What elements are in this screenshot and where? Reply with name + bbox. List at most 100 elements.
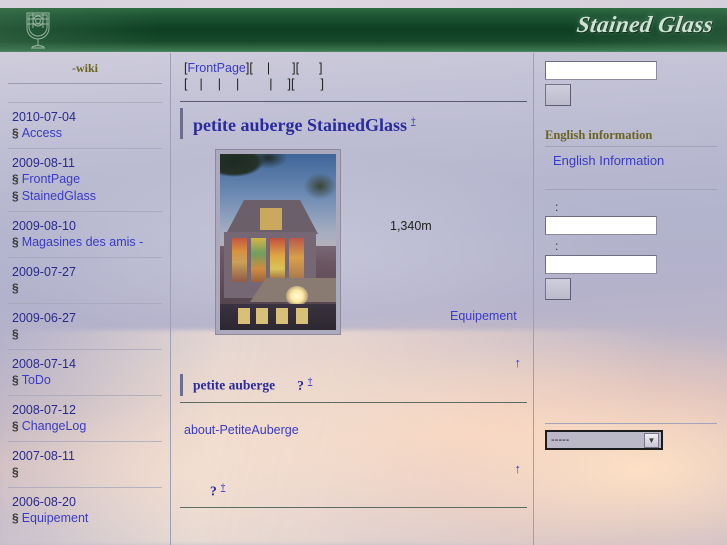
- nav-link-frontpage[interactable]: FrontPage: [187, 61, 245, 75]
- photo-section: 1,340m Equipement: [180, 147, 527, 347]
- recent-changes-link[interactable]: StainedGlass: [22, 189, 96, 203]
- list-item[interactable]: § Access: [8, 125, 162, 142]
- bracket-close: ]: [320, 77, 324, 91]
- list-item[interactable]: §: [8, 464, 162, 481]
- recent-changes-date: 2007-08-11: [12, 449, 76, 463]
- right-sidebar: English information English Information …: [535, 53, 727, 545]
- photo-stained-window: [232, 238, 247, 282]
- english-information-heading: English information: [545, 128, 653, 142]
- sidebar-title: -wiki: [71, 61, 98, 75]
- recent-changes-link[interactable]: Magasines des amis -: [22, 235, 144, 249]
- recent-changes-link[interactable]: Equipement: [22, 511, 89, 525]
- bracket-open: [: [290, 77, 295, 91]
- chevron-down-icon[interactable]: ▼: [644, 433, 659, 448]
- section-heading-petite-auberge: petite auberge? †: [180, 374, 527, 396]
- nav-separator: |: [235, 77, 240, 91]
- english-information-link[interactable]: English Information: [545, 153, 664, 168]
- section-heading-text: petite auberge: [193, 377, 276, 393]
- sidebar-divider: [8, 303, 162, 304]
- photo-lower-window: [256, 308, 268, 324]
- search-input[interactable]: [545, 61, 657, 80]
- page-body: -wiki 2010-07-04 § Access 2009-08-11 § Fro…: [0, 53, 727, 545]
- bracket-open: [: [249, 61, 253, 75]
- recent-changes-group: 2009-08-11 § FrontPage § StainedGlass: [8, 153, 162, 205]
- recent-changes-date: 2008-07-14: [12, 357, 76, 371]
- photo-lower-window: [238, 308, 250, 324]
- recent-changes-link[interactable]: FrontPage: [22, 172, 80, 186]
- list-item[interactable]: § ChangeLog: [8, 418, 162, 435]
- form-field-1[interactable]: [545, 216, 657, 235]
- list-item[interactable]: §: [8, 326, 162, 343]
- nav-separator: |: [217, 77, 221, 91]
- photo-stained-window: [289, 238, 304, 282]
- nav-row-primary: [FrontPage][|][]: [180, 61, 527, 77]
- photo-lamp-glow: [286, 286, 308, 306]
- sidebar-divider: [8, 487, 162, 488]
- sidebar-divider: [8, 349, 162, 350]
- sidebar-divider: [545, 146, 717, 147]
- recent-changes-date: 2009-07-27: [12, 265, 76, 279]
- photo-gable-window: [260, 208, 282, 230]
- select-value: -----: [551, 434, 570, 446]
- form-field-2[interactable]: [545, 255, 657, 274]
- anchor-link-icon[interactable]: †: [308, 376, 313, 386]
- equipement-link[interactable]: Equipement: [450, 309, 517, 323]
- form-submit-button[interactable]: [545, 278, 571, 300]
- sidebar-divider: [8, 102, 162, 103]
- recent-changes-list: 2010-07-04 § Access 2009-08-11 § FrontPage…: [8, 107, 162, 527]
- about-petiteauberge-link[interactable]: about-PetiteAuberge: [180, 421, 299, 437]
- sidebar-divider: [8, 211, 162, 212]
- section-marker-icon: §: [12, 465, 19, 479]
- search-button[interactable]: [545, 84, 571, 106]
- recent-changes-link[interactable]: ChangeLog: [22, 419, 87, 433]
- sidebar-divider: [8, 257, 162, 258]
- photo-stained-window: [270, 238, 285, 282]
- photo-tree: [220, 154, 288, 196]
- recent-changes-date: 2010-07-04: [12, 110, 76, 124]
- recent-changes-group: 2007-08-11 §: [8, 446, 162, 481]
- section-heading-unnamed: ? †: [180, 480, 527, 502]
- sidebar-divider: [8, 148, 162, 149]
- back-to-top-arrow[interactable]: ↑: [515, 461, 528, 476]
- anchor-link-icon[interactable]: †: [411, 116, 416, 126]
- recent-changes-group: 2008-07-14 § ToDo: [8, 354, 162, 389]
- list-item[interactable]: § Magasines des amis -: [8, 234, 162, 251]
- list-item[interactable]: §: [8, 280, 162, 297]
- section-marker-icon: §: [12, 235, 19, 249]
- content-divider: [180, 101, 527, 102]
- petite-auberge-building-photo: [220, 154, 336, 330]
- section-marker-icon: §: [12, 172, 19, 186]
- section-marker-icon: §: [12, 511, 19, 525]
- altitude-note: 1,340m: [390, 219, 432, 233]
- sidebar-divider: [8, 83, 162, 84]
- list-item[interactable]: § StainedGlass: [8, 188, 162, 205]
- stained-glass-goblet-icon: [20, 10, 56, 51]
- sidebar-divider: [8, 395, 162, 396]
- section-marker-icon: §: [12, 281, 19, 295]
- back-to-top-arrow[interactable]: ↑: [515, 355, 528, 370]
- site-header: Stained Glass: [0, 8, 727, 52]
- list-item[interactable]: § Equipement: [8, 510, 162, 527]
- nav-separator: |: [266, 61, 271, 75]
- search-form: [545, 61, 717, 106]
- list-item[interactable]: § ToDo: [8, 372, 162, 389]
- brand-wordmark: Stained Glass: [575, 12, 715, 37]
- section-marker-icon: §: [12, 419, 19, 433]
- section-marker-icon: §: [12, 373, 19, 387]
- left-sidebar: -wiki 2010-07-04 § Access 2009-08-11 § Fro…: [0, 53, 171, 545]
- recent-changes-date: 2008-07-12: [12, 403, 76, 417]
- anchor-link-icon[interactable]: †: [221, 482, 226, 492]
- main-content: [FrontPage][|][] [| | | |][] petite auberge…: [172, 53, 534, 545]
- page-select-dropdown[interactable]: ----- ▼: [545, 430, 663, 450]
- recent-changes-link[interactable]: ToDo: [22, 373, 51, 387]
- form-label-1: :: [555, 200, 559, 214]
- bracket-open: [: [295, 61, 300, 75]
- nav-separator: |: [199, 77, 203, 91]
- recent-changes-link[interactable]: Access: [22, 126, 62, 140]
- secondary-form: : :: [545, 196, 717, 300]
- page-title: petite auberge StainedGlass †: [180, 108, 527, 139]
- recent-changes-date: 2006-08-20: [12, 495, 76, 509]
- recent-changes-group: 2006-08-20 § Equipement: [8, 492, 162, 527]
- recent-changes-group: 2009-07-27 §: [8, 262, 162, 297]
- list-item[interactable]: § FrontPage: [8, 171, 162, 188]
